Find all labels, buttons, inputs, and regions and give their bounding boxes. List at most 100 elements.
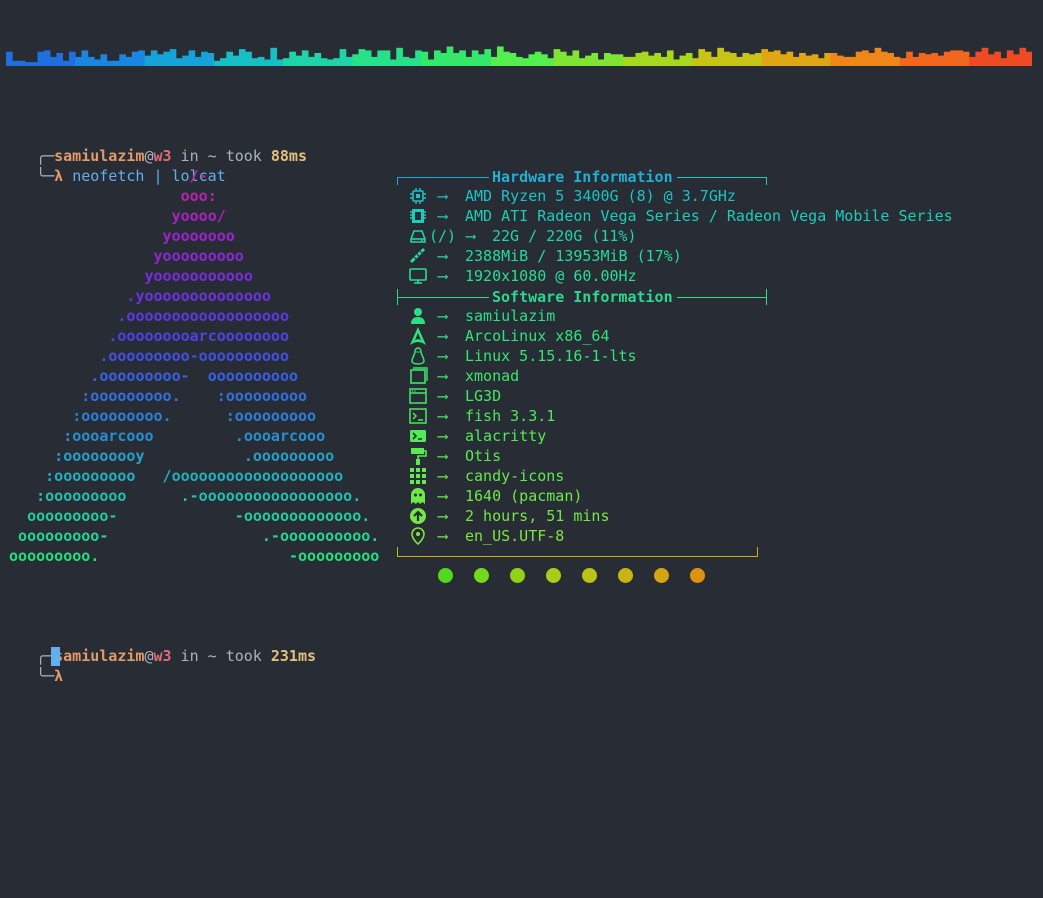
color-dot xyxy=(438,568,453,583)
visualizer-bar xyxy=(389,59,397,66)
terminal-cursor[interactable] xyxy=(51,647,60,666)
color-dot xyxy=(618,568,633,583)
visualizer-bar xyxy=(817,58,825,66)
arrow-icon: ⟶ xyxy=(438,507,448,525)
gpu-icon xyxy=(408,206,428,226)
color-dot xyxy=(510,568,525,583)
visualizer-bar xyxy=(157,54,164,66)
visualizer-bar xyxy=(849,56,857,66)
prompt-took-2: took xyxy=(216,647,271,665)
visualizer-bar xyxy=(327,59,334,66)
arrow-icon: ⟶ xyxy=(438,327,448,345)
lambda-symbol-2: λ xyxy=(54,667,64,685)
info-value: fish 3.3.1 xyxy=(465,407,556,425)
prompt-line-2: ╭─samiulazim@w3 in ~ took 231ms xyxy=(18,626,316,665)
visualizer-bar xyxy=(471,50,479,66)
visualizer-bar xyxy=(698,49,706,66)
visualizer-bar xyxy=(333,58,340,66)
monitor-icon xyxy=(408,266,428,286)
visualizer-bar xyxy=(182,55,189,66)
visualizer-bar xyxy=(194,56,202,66)
visualizer-bar xyxy=(295,55,303,66)
info-value: xmonad xyxy=(465,367,520,385)
visualizer-bar xyxy=(113,60,120,66)
prompt-username-2: samiulazim xyxy=(54,647,145,665)
visualizer-bar xyxy=(245,51,252,66)
visualizer-bar xyxy=(131,51,139,66)
visualizer-bar xyxy=(541,54,548,66)
visualizer-bar xyxy=(648,55,655,66)
visualizer-bar xyxy=(723,51,731,66)
window-icon xyxy=(408,366,428,386)
visualizer-bar xyxy=(100,54,108,66)
visualizer-bar xyxy=(484,49,492,66)
visualizer-bar xyxy=(918,53,926,66)
visualizer-bar xyxy=(94,59,101,66)
visualizer-bar xyxy=(578,58,586,66)
ascii-art-line: :ooooooooy .ooooooooo xyxy=(0,447,335,465)
visualizer-bar xyxy=(836,55,844,66)
info-value: ArcoLinux x86_64 xyxy=(465,327,610,345)
visualizer-bar xyxy=(213,60,221,66)
visualizer-bar xyxy=(1006,50,1014,66)
visualizer-bar xyxy=(37,51,45,66)
visualizer-bar xyxy=(799,53,806,66)
visualizer-bar xyxy=(427,59,435,66)
visualizer-bar xyxy=(906,51,913,66)
prompt-directory-2: ~ xyxy=(207,647,217,665)
ghost-icon xyxy=(408,486,428,506)
visualizer-bar xyxy=(528,54,536,66)
visualizer-bar xyxy=(81,50,89,66)
ascii-art-line: yooooooooooo xyxy=(0,267,253,285)
visualizer-bar xyxy=(585,55,592,66)
visualizer-bar xyxy=(1025,51,1032,66)
ascii-art-line: :ooooooooo. :ooooooooo xyxy=(0,387,308,405)
ascii-art-line: :ooooooooo .-ooooooooooooooooo. xyxy=(0,487,362,505)
visualizer-bar xyxy=(597,59,605,66)
visualizer-bar xyxy=(805,55,813,66)
visualizer-bar xyxy=(440,53,448,66)
arrow-icon: ⟶ xyxy=(438,427,448,445)
prompt-hostname-2: w3 xyxy=(153,647,172,665)
ascii-art-line: ooooooooo. -ooooooooo xyxy=(0,547,380,565)
info-value: en_US.UTF-8 xyxy=(465,527,565,545)
arrow-icon: ⟶ xyxy=(438,207,448,225)
visualizer-bar xyxy=(887,53,894,66)
visualizer-bar xyxy=(18,60,26,66)
command-line-1: ╰─λ neofetch | lolcat xyxy=(18,146,226,185)
user-icon xyxy=(408,306,428,326)
visualizer-bar xyxy=(755,53,762,66)
disk-icon xyxy=(408,226,428,246)
visualizer-bar xyxy=(220,58,227,66)
info-value: samiulazim xyxy=(465,307,556,325)
ascii-art-line: :oooarcooo .oooarcooo xyxy=(0,427,326,445)
visualizer-bar xyxy=(62,60,70,66)
visualizer-bar xyxy=(358,49,366,66)
visualizer-bar xyxy=(729,53,737,66)
prompt-corner-bottom-2: ╰─ xyxy=(36,667,55,685)
info-value: candy-icons xyxy=(465,467,565,485)
visualizer-bar xyxy=(207,53,215,66)
info-value: alacritty xyxy=(465,427,547,445)
visualizer-bar xyxy=(736,56,743,66)
visualizer-bar xyxy=(478,54,485,66)
visualizer-bar xyxy=(969,56,976,66)
visualizer-bar xyxy=(301,50,309,66)
visualizer-bar xyxy=(446,46,454,66)
visualizer-bar xyxy=(490,56,498,66)
visualizer-bar xyxy=(924,54,932,66)
visualizer-bar xyxy=(515,56,523,66)
info-value: 1920x1080 @ 60.00Hz xyxy=(465,267,637,285)
visualizer-bar xyxy=(673,59,680,66)
visualizer-bar xyxy=(314,53,322,66)
visualizer-bar xyxy=(679,55,687,66)
paint-roller-icon xyxy=(408,446,428,466)
arrow-icon: ⟶ xyxy=(438,487,448,505)
visualizer-bar xyxy=(421,51,429,66)
visualizer-bar xyxy=(434,50,441,66)
location-icon xyxy=(408,526,428,546)
prompt-duration-2: 231ms xyxy=(270,647,317,665)
audio-visualizer xyxy=(6,40,1032,66)
terminal-app-icon xyxy=(408,426,428,446)
visualizer-bar xyxy=(950,50,957,66)
